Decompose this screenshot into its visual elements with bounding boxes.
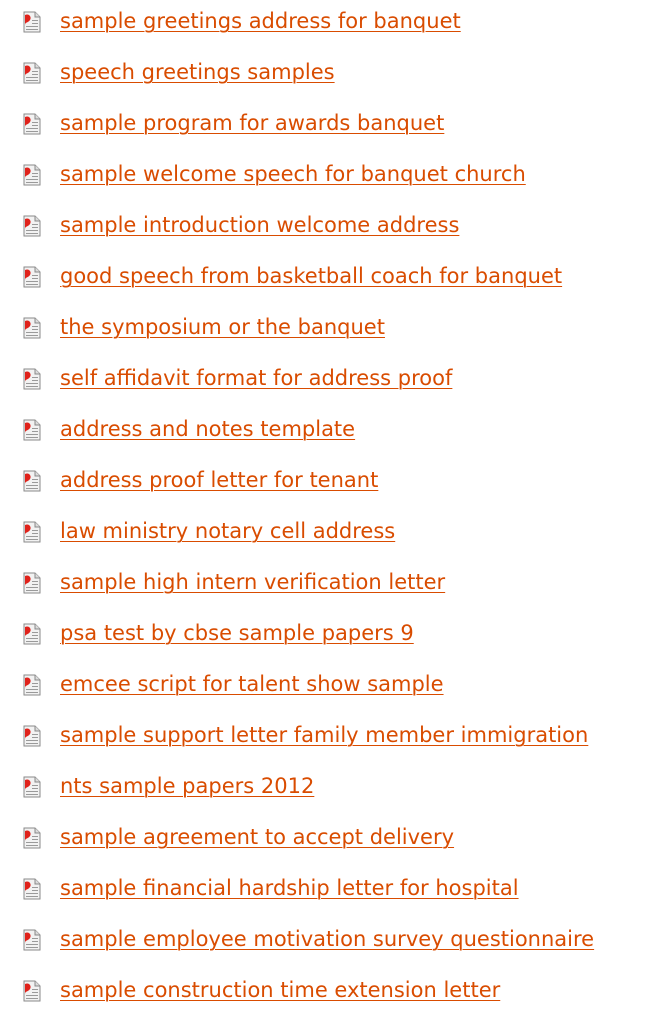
list-item: psa test by cbse sample papers 9: [0, 616, 658, 650]
pdf-file-icon: [23, 62, 41, 84]
link-sample-greetings-address-for-banquet[interactable]: sample greetings address for banquet: [60, 8, 461, 34]
list-item: nts sample papers 2012: [0, 769, 658, 803]
link-nts-sample-papers-2012[interactable]: nts sample papers 2012: [60, 773, 314, 799]
list-item: address proof letter for tenant: [0, 463, 658, 497]
link-the-symposium-or-the-banquet[interactable]: the symposium or the banquet: [60, 314, 385, 340]
pdf-file-icon: [23, 521, 41, 543]
list-item: sample welcome speech for banquet church: [0, 157, 658, 191]
pdf-file-icon: [23, 470, 41, 492]
pdf-file-icon: [23, 215, 41, 237]
list-item: sample agreement to accept delivery: [0, 820, 658, 854]
list-item: the symposium or the banquet: [0, 310, 658, 344]
pdf-file-icon: [23, 827, 41, 849]
link-sample-agreement-to-accept-delivery[interactable]: sample agreement to accept delivery: [60, 824, 454, 850]
pdf-file-icon: [23, 929, 41, 951]
pdf-file-icon: [23, 572, 41, 594]
list-item: sample employee motivation survey questi…: [0, 922, 658, 956]
list-item: sample construction time extension lette…: [0, 973, 658, 1007]
link-good-speech-from-basketball-coach-for-banquet[interactable]: good speech from basketball coach for ba…: [60, 263, 562, 289]
pdf-file-icon: [23, 725, 41, 747]
list-item: sample support letter family member immi…: [0, 718, 658, 752]
pdf-file-icon: [23, 113, 41, 135]
pdf-file-icon: [23, 419, 41, 441]
pdf-file-icon: [23, 368, 41, 390]
link-sample-employee-motivation-survey-questionnaire[interactable]: sample employee motivation survey questi…: [60, 926, 594, 952]
pdf-file-icon: [23, 266, 41, 288]
list-item: address and notes template: [0, 412, 658, 446]
link-psa-test-by-cbse-sample-papers-9[interactable]: psa test by cbse sample papers 9: [60, 620, 414, 646]
list-item: sample greetings address for banquet: [0, 4, 658, 38]
pdf-file-icon: [23, 164, 41, 186]
link-sample-program-for-awards-banquet[interactable]: sample program for awards banquet: [60, 110, 444, 136]
link-law-ministry-notary-cell-address[interactable]: law ministry notary cell address: [60, 518, 395, 544]
link-self-affidavit-format-for-address-proof[interactable]: self affidavit format for address proof: [60, 365, 452, 391]
list-item: emcee script for talent show sample: [0, 667, 658, 701]
link-sample-welcome-speech-for-banquet-church[interactable]: sample welcome speech for banquet church: [60, 161, 526, 187]
link-sample-construction-time-extension-letter[interactable]: sample construction time extension lette…: [60, 977, 500, 1003]
list-item: law ministry notary cell address: [0, 514, 658, 548]
link-emcee-script-for-talent-show-sample[interactable]: emcee script for talent show sample: [60, 671, 444, 697]
pdf-file-icon: [23, 623, 41, 645]
list-item: sample high intern verification letter: [0, 565, 658, 599]
list-item: sample program for awards banquet: [0, 106, 658, 140]
pdf-file-icon: [23, 776, 41, 798]
pdf-file-icon: [23, 674, 41, 696]
pdf-file-icon: [23, 980, 41, 1002]
link-address-proof-letter-for-tenant[interactable]: address proof letter for tenant: [60, 467, 378, 493]
link-sample-high-intern-verification-letter[interactable]: sample high intern verification letter: [60, 569, 445, 595]
link-sample-introduction-welcome-address[interactable]: sample introduction welcome address: [60, 212, 459, 238]
link-sample-financial-hardship-letter-for-hospital[interactable]: sample financial hardship letter for hos…: [60, 875, 519, 901]
link-sample-support-letter-family-member-immigration[interactable]: sample support letter family member immi…: [60, 722, 588, 748]
list-item: good speech from basketball coach for ba…: [0, 259, 658, 293]
link-address-and-notes-template[interactable]: address and notes template: [60, 416, 355, 442]
pdf-file-icon: [23, 317, 41, 339]
link-speech-greetings-samples[interactable]: speech greetings samples: [60, 59, 335, 85]
list-item: speech greetings samples: [0, 55, 658, 89]
list-item: self affidavit format for address proof: [0, 361, 658, 395]
list-item: sample introduction welcome address: [0, 208, 658, 242]
list-item: sample financial hardship letter for hos…: [0, 871, 658, 905]
pdf-file-icon: [23, 11, 41, 33]
pdf-file-icon: [23, 878, 41, 900]
